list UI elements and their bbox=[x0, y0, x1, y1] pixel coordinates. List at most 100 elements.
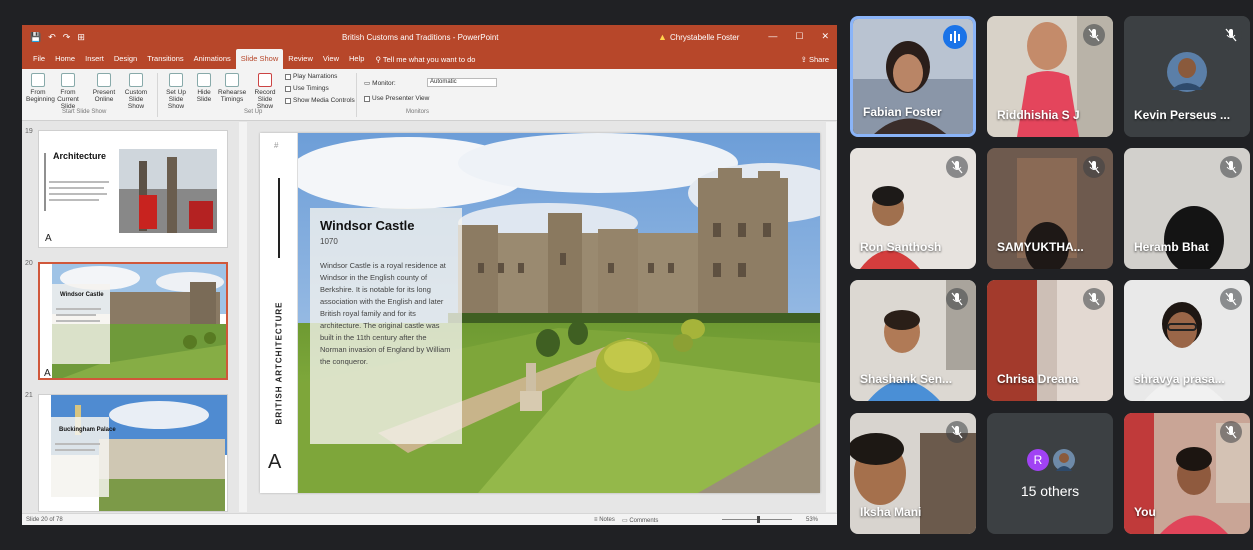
monitor-select[interactable]: Automatic bbox=[427, 78, 497, 87]
present-online-button[interactable]: Present Online bbox=[92, 73, 116, 103]
thumbnail-slide-21[interactable]: Buckingham Palace bbox=[38, 394, 228, 512]
use-presenter-view-checkbox[interactable]: Use Presenter View bbox=[364, 95, 429, 102]
monitor-icon: ▭ bbox=[364, 80, 371, 87]
from-beginning-button[interactable]: From Beginning bbox=[26, 73, 55, 103]
tab-file[interactable]: File bbox=[28, 49, 50, 69]
participant-tile[interactable]: SAMYUKTHA... bbox=[987, 148, 1113, 269]
mic-off-icon bbox=[946, 288, 968, 310]
thumbnail-slide-20[interactable]: A Windsor Castle bbox=[38, 262, 228, 380]
redo-icon[interactable]: ↷ bbox=[63, 32, 71, 43]
custom-slide-show-button[interactable]: Custom Slide Show bbox=[120, 73, 152, 110]
participant-name: Fabian Foster bbox=[863, 105, 942, 119]
mic-off-icon bbox=[1220, 288, 1242, 310]
tab-help[interactable]: Help bbox=[344, 49, 369, 69]
ribbon-divider bbox=[356, 73, 357, 117]
show-media-controls-checkbox[interactable]: Show Media Controls bbox=[285, 97, 355, 104]
mic-off-icon bbox=[1220, 156, 1242, 178]
thumbnail-number: 20 bbox=[25, 260, 33, 267]
tab-home[interactable]: Home bbox=[50, 49, 80, 69]
share-button[interactable]: ⇪ Share bbox=[801, 55, 829, 64]
others-tile[interactable]: R 15 others bbox=[987, 413, 1113, 534]
thumbnail-20-image: A bbox=[40, 264, 226, 379]
participant-name: shravya prasa... bbox=[1134, 372, 1225, 386]
zoom-level[interactable]: 53% bbox=[806, 517, 818, 523]
svg-text:A: A bbox=[44, 368, 51, 379]
play-narrations-checkbox[interactable]: Play Narrations bbox=[285, 73, 337, 80]
tab-slide-show[interactable]: Slide Show bbox=[235, 49, 284, 69]
share-icon: ⇪ bbox=[800, 55, 809, 64]
tab-insert[interactable]: Insert bbox=[80, 49, 109, 69]
slideshow-icon bbox=[61, 73, 75, 87]
participant-tile[interactable]: shravya prasa... bbox=[1124, 280, 1250, 401]
participant-tile[interactable]: Ron Santhosh bbox=[850, 148, 976, 269]
avatar-letter: R bbox=[1027, 449, 1049, 471]
participant-tile[interactable]: Iksha Mani bbox=[850, 413, 976, 534]
ribbon-divider bbox=[157, 73, 158, 117]
participant-tile[interactable]: Chrisa Dreana bbox=[987, 280, 1113, 401]
use-timings-checkbox[interactable]: Use Timings bbox=[285, 85, 329, 92]
svg-text:A: A bbox=[45, 233, 52, 244]
checkbox-checked-icon bbox=[364, 95, 370, 102]
tell-me-search[interactable]: ⚲ Tell me what you want to do bbox=[375, 55, 475, 64]
maximize-button[interactable]: ☐ bbox=[795, 31, 803, 42]
others-count: 15 others bbox=[1020, 483, 1080, 499]
participant-tile[interactable]: Riddhishia S J bbox=[987, 16, 1113, 137]
slide-scrollbar[interactable] bbox=[826, 122, 836, 512]
title-bar: 💾 ↶ ↷ ⊞ British Customs and Traditions -… bbox=[22, 25, 837, 49]
status-bar: Slide 20 of 78 ≡ Notes ▭ Comments 53% bbox=[22, 513, 837, 525]
screen: 💾 ↶ ↷ ⊞ British Customs and Traditions -… bbox=[0, 0, 1253, 550]
rehearse-timings-button[interactable]: Rehearse Timings bbox=[218, 73, 246, 103]
participant-name: Iksha Mani bbox=[860, 505, 922, 519]
tab-review[interactable]: Review bbox=[283, 49, 318, 69]
main-slide[interactable]: # BRITISH ARTCHITECTURE A Windsor Castle… bbox=[260, 133, 820, 493]
globe-icon bbox=[97, 73, 111, 87]
notes-button[interactable]: ≡ Notes bbox=[594, 517, 615, 523]
participant-name: Heramb Bhat bbox=[1134, 240, 1209, 254]
save-icon[interactable]: 💾 bbox=[30, 32, 41, 43]
participant-name: Shashank Sen... bbox=[860, 372, 953, 386]
participant-tile[interactable]: Kevin Perseus ... bbox=[1124, 16, 1250, 137]
zoom-slider-handle[interactable] bbox=[757, 516, 760, 523]
participant-tile[interactable]: Shashank Sen... bbox=[850, 280, 976, 401]
ribbon-tabs: File Home Insert Design Transitions Anim… bbox=[22, 49, 837, 69]
group-label-monitors: Monitors bbox=[406, 109, 430, 115]
undo-icon[interactable]: ↶ bbox=[48, 32, 56, 43]
customize-icon[interactable]: ⊞ bbox=[77, 32, 85, 43]
from-current-button[interactable]: From Current Slide bbox=[56, 73, 80, 110]
thumbnails-scrollbar[interactable] bbox=[239, 122, 247, 512]
minimize-button[interactable]: — bbox=[768, 31, 777, 42]
slide-vertical-title: BRITISH ARTCHITECTURE bbox=[274, 301, 284, 425]
slide-thumbnails-pane[interactable]: 19 A Architecture 20 A Windsor Castle 21… bbox=[22, 122, 244, 512]
thumbnail-slide-19[interactable]: A Architecture bbox=[38, 130, 228, 248]
mic-off-icon bbox=[1083, 288, 1105, 310]
quick-access-toolbar: 💾 ↶ ↷ ⊞ bbox=[30, 32, 85, 43]
self-tile[interactable]: You bbox=[1124, 413, 1250, 534]
thumbnail-number: 21 bbox=[25, 392, 33, 399]
record-icon bbox=[258, 73, 272, 87]
thumbnail-21-image bbox=[39, 395, 227, 511]
tab-view[interactable]: View bbox=[318, 49, 344, 69]
close-button[interactable]: ✕ bbox=[821, 31, 829, 42]
group-label-start: Start Slide Show bbox=[62, 109, 107, 115]
slide-caption-box[interactable]: Windsor Castle 1070 Windsor Castle is a … bbox=[310, 208, 462, 444]
tab-transitions[interactable]: Transitions bbox=[142, 49, 188, 69]
user-name[interactable]: Chrystabelle Foster bbox=[670, 33, 739, 42]
tab-animations[interactable]: Animations bbox=[189, 49, 236, 69]
hash-mark-icon: # bbox=[274, 141, 279, 150]
warning-icon: ▲ bbox=[658, 32, 667, 42]
participant-tile[interactable]: Fabian Foster bbox=[850, 16, 976, 137]
set-up-slide-show-button[interactable]: Set Up Slide Show bbox=[162, 73, 190, 110]
participant-tile[interactable]: Heramb Bhat bbox=[1124, 148, 1250, 269]
checkbox-checked-icon bbox=[285, 73, 291, 80]
ribbon: From Beginning From Current Slide Presen… bbox=[22, 69, 837, 121]
comments-button[interactable]: ▭ Comments bbox=[622, 517, 658, 524]
slide-counter: Slide 20 of 78 bbox=[26, 517, 63, 523]
avatar bbox=[1053, 449, 1075, 471]
record-slide-show-button[interactable]: Record Slide Show bbox=[250, 73, 280, 110]
participant-name: Kevin Perseus ... bbox=[1134, 108, 1231, 122]
tab-design[interactable]: Design bbox=[109, 49, 142, 69]
custom-show-icon bbox=[129, 73, 143, 87]
hide-slide-button[interactable]: Hide Slide bbox=[192, 73, 216, 103]
hide-icon bbox=[197, 73, 211, 87]
slide-letter: A bbox=[268, 451, 282, 473]
